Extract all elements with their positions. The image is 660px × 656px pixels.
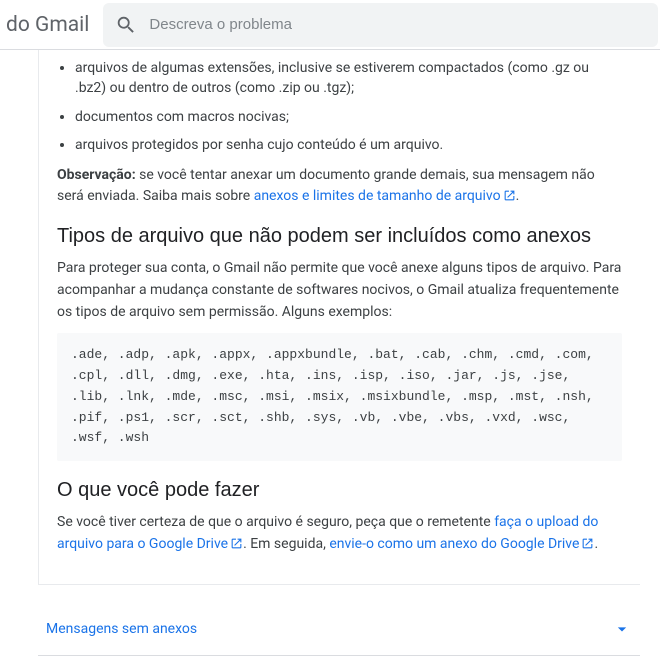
note-body-post: . [516, 188, 520, 204]
accordion-label: Mensagens sem anexos [46, 621, 197, 637]
article-body: arquivos de algumas extensões, inclusive… [0, 50, 660, 656]
blocked-extensions-list: .ade, .adp, .apk, .appx, .appxbundle, .b… [57, 333, 622, 461]
accordion-row-messages-without-attachments[interactable]: Mensagens sem anexos [38, 603, 640, 656]
search-icon [115, 14, 137, 36]
blocked-types-intro: Para proteger sua conta, o Gmail não per… [57, 258, 622, 323]
search-field-wrap[interactable] [103, 3, 658, 47]
reasons-list: arquivos de algumas extensões, inclusive… [75, 58, 622, 155]
what-you-can-do-heading: O que você pode fazer [57, 479, 622, 502]
list-item: arquivos protegidos por senha cujo conte… [75, 135, 622, 155]
note-label: Observação: [57, 167, 136, 183]
attachment-limits-link[interactable]: anexos e limites de tamanho de arquivo [254, 188, 516, 204]
note-paragraph: Observação: se você tentar anexar um doc… [57, 165, 622, 207]
list-item: documentos com macros nocivas; [75, 107, 622, 127]
article-card: arquivos de algumas extensões, inclusive… [38, 50, 640, 585]
external-link-icon [230, 537, 243, 550]
what-you-can-do-paragraph: Se você tiver certeza de que o arquivo é… [57, 512, 622, 555]
send-drive-attachment-link[interactable]: envie-o como um anexo do Google Drive [329, 536, 594, 552]
list-item: arquivos de algumas extensões, inclusive… [75, 58, 622, 99]
external-link-icon [503, 189, 516, 202]
blocked-types-heading: Tipos de arquivo que não podem ser inclu… [57, 225, 622, 248]
app-header: do Gmail [0, 0, 660, 50]
wycd-mid: . Em seguida, [243, 536, 329, 552]
chevron-down-icon [612, 619, 632, 639]
wycd-post: . [594, 536, 598, 552]
search-input[interactable] [149, 16, 646, 33]
product-label: do Gmail [0, 13, 103, 37]
external-link-icon [581, 537, 594, 550]
